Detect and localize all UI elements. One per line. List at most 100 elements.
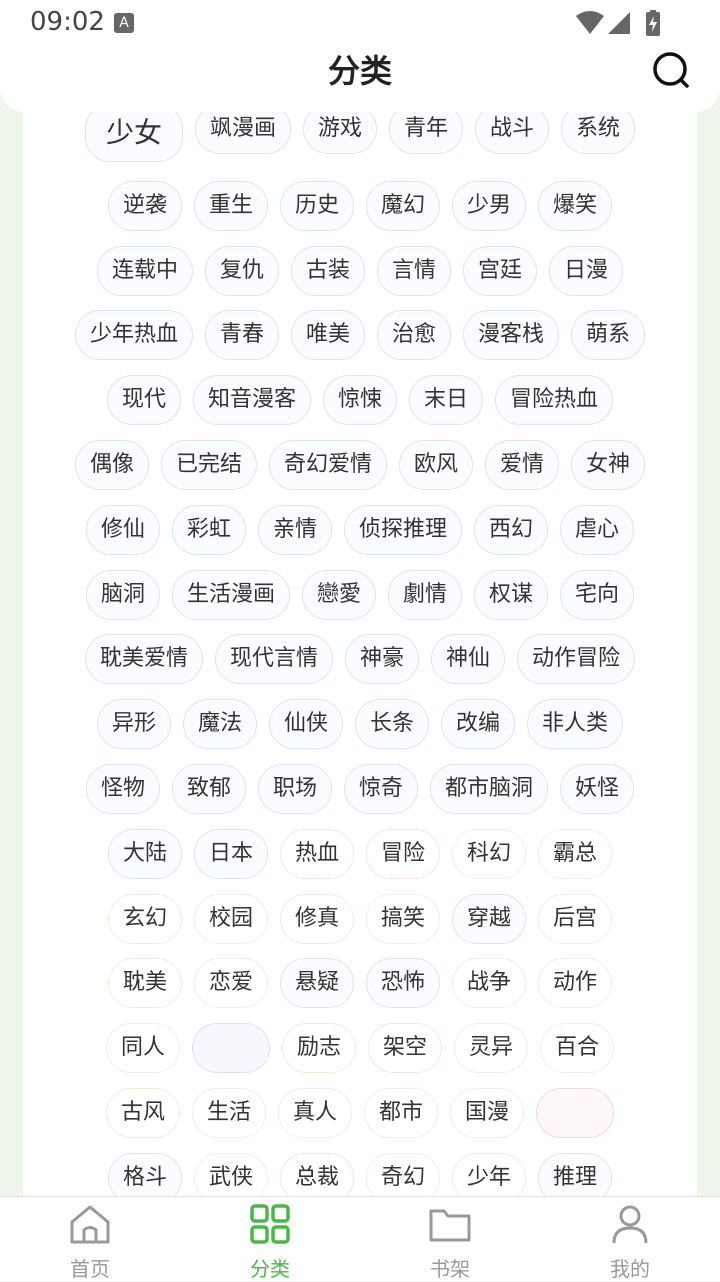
category-tag[interactable]: 战争 [452, 958, 527, 1008]
category-tag[interactable]: 异形 [96, 699, 171, 749]
category-tag[interactable]: 现代言情 [214, 634, 333, 684]
category-tag[interactable]: 爆笑 [538, 181, 613, 231]
category-tag[interactable]: 惊悚 [322, 375, 397, 425]
category-tag[interactable]: 耽美 [107, 958, 182, 1008]
category-tag[interactable]: 校园 [193, 894, 268, 944]
category-tag[interactable]: 长条 [355, 699, 430, 749]
category-tag[interactable]: 奇幻爱情 [268, 440, 387, 490]
category-tag[interactable]: 穿越 [452, 894, 527, 944]
category-tag[interactable]: 玄幻 [107, 894, 182, 944]
category-tag[interactable]: 都市 [364, 1088, 439, 1138]
category-tag[interactable]: 复仇 [204, 246, 279, 296]
category-tag[interactable]: 言情 [377, 246, 452, 296]
category-tag[interactable]: 历史 [279, 181, 354, 231]
category-tag[interactable]: 青春 [204, 310, 279, 360]
category-tag[interactable]: 非人类 [527, 699, 624, 749]
category-tag-panel[interactable]: 少女 飒漫画 游戏 青年 战斗 系统 逆袭 重生 历史 魔幻 少男 爆笑 连载中 复仇 古装 言情 宫廷 日漫 少年… [23, 100, 697, 1200]
category-tag[interactable]: 科幻 [452, 829, 527, 879]
search-button[interactable] [652, 51, 690, 89]
category-tag[interactable]: 宅向 [560, 570, 635, 620]
category-tag[interactable]: 萌系 [571, 310, 646, 360]
category-tag[interactable]: 少年 [452, 1153, 527, 1200]
category-tag[interactable]: 霸总 [538, 829, 613, 879]
category-tag[interactable]: 知音漫客 [192, 375, 311, 425]
category-tag[interactable]: 生活 [191, 1088, 266, 1138]
category-tag[interactable]: 神仙 [431, 634, 506, 684]
category-tag[interactable]: 悬疑 [279, 958, 354, 1008]
category-tag[interactable]: 改编 [441, 699, 516, 749]
category-tag[interactable]: 冒险 [366, 829, 441, 879]
category-tag[interactable]: 少年热血 [74, 310, 193, 360]
category-tag[interactable]: 古风 [105, 1088, 180, 1138]
nav-item-home[interactable]: 首页 [0, 1197, 180, 1281]
category-tag[interactable]: 侦探推理 [344, 505, 463, 555]
category-tag[interactable]: 少男 [452, 181, 527, 231]
category-tag[interactable]: 架空 [367, 1023, 442, 1073]
category-tag[interactable]: 动作冒险 [517, 634, 636, 684]
category-tag[interactable]: 魔法 [182, 699, 257, 749]
category-tag[interactable]: 重生 [193, 181, 268, 231]
category-tag[interactable]: 西幻 [474, 505, 549, 555]
category-tag[interactable]: 职场 [257, 764, 332, 814]
category-tag[interactable]: 热血 [279, 829, 354, 879]
category-tag[interactable]: 冒险热血 [495, 375, 614, 425]
category-tag[interactable]: 搞笑 [366, 894, 441, 944]
category-tag[interactable]: 彩虹 [171, 505, 246, 555]
category-tag[interactable]: 惊奇 [344, 764, 419, 814]
category-tag[interactable]: 连载中 [96, 246, 193, 296]
category-tag[interactable]: 百合 [540, 1023, 615, 1073]
category-tag[interactable]: 日漫 [549, 246, 624, 296]
category-tag[interactable]: 欧风 [399, 440, 474, 490]
category-tag[interactable]: 魔幻 [366, 181, 441, 231]
category-tag[interactable]: 亲情 [257, 505, 332, 555]
category-tag[interactable] [191, 1023, 270, 1073]
category-tag[interactable]: 灵异 [454, 1023, 529, 1073]
category-tag[interactable]: 致郁 [171, 764, 246, 814]
category-tag[interactable]: 同人 [105, 1023, 180, 1073]
category-tag[interactable]: 妖怪 [560, 764, 635, 814]
category-tag[interactable]: 已完结 [160, 440, 257, 490]
category-tag[interactable]: 生活漫画 [171, 570, 290, 620]
category-tag[interactable]: 真人 [277, 1088, 352, 1138]
category-tag[interactable]: 后宫 [538, 894, 613, 944]
nav-item-mine[interactable]: 我的 [540, 1197, 720, 1281]
category-tag[interactable]: 修真 [279, 894, 354, 944]
category-tag[interactable]: 格斗 [107, 1153, 182, 1200]
category-tag[interactable]: 戀愛 [301, 570, 376, 620]
category-tag[interactable]: 少女 [84, 104, 183, 162]
category-tag[interactable]: 励志 [281, 1023, 356, 1073]
category-tag[interactable]: 漫客栈 [463, 310, 560, 360]
category-tag[interactable]: 怪物 [85, 764, 160, 814]
category-tag[interactable]: 末日 [409, 375, 484, 425]
nav-item-bookshelf[interactable]: 书架 [360, 1197, 540, 1281]
category-tag[interactable]: 女神 [571, 440, 646, 490]
category-tag[interactable]: 爱情 [485, 440, 560, 490]
category-tag[interactable]: 国漫 [450, 1088, 525, 1138]
category-tag[interactable]: 唯美 [290, 310, 365, 360]
category-tag[interactable]: 恐怖 [366, 958, 441, 1008]
category-tag[interactable]: 虐心 [560, 505, 635, 555]
category-tag[interactable]: 古装 [290, 246, 365, 296]
category-tag[interactable]: 动作 [538, 958, 613, 1008]
category-tag[interactable]: 修仙 [85, 505, 160, 555]
category-tag[interactable]: 大陆 [107, 829, 182, 879]
category-tag[interactable]: 劇情 [388, 570, 463, 620]
category-tag[interactable]: 权谋 [474, 570, 549, 620]
category-tag[interactable]: 仙侠 [268, 699, 343, 749]
category-tag[interactable]: 治愈 [377, 310, 452, 360]
category-tag[interactable]: 都市脑洞 [430, 764, 549, 814]
category-tag[interactable] [536, 1088, 615, 1138]
category-tag[interactable]: 逆袭 [107, 181, 182, 231]
category-tag[interactable]: 恋爱 [193, 958, 268, 1008]
category-tag[interactable]: 耽美爱情 [84, 634, 203, 684]
category-tag[interactable]: 宫廷 [463, 246, 538, 296]
category-tag[interactable]: 脑洞 [85, 570, 160, 620]
category-tag[interactable]: 武侠 [193, 1153, 268, 1200]
category-tag[interactable]: 日本 [193, 829, 268, 879]
category-tag[interactable]: 神豪 [344, 634, 419, 684]
category-tag[interactable]: 总裁 [279, 1153, 354, 1200]
nav-item-category[interactable]: 分类 [180, 1197, 360, 1281]
category-tag[interactable]: 推理 [538, 1153, 613, 1200]
category-tag[interactable]: 奇幻 [366, 1153, 441, 1200]
category-tag[interactable]: 现代 [106, 375, 181, 425]
